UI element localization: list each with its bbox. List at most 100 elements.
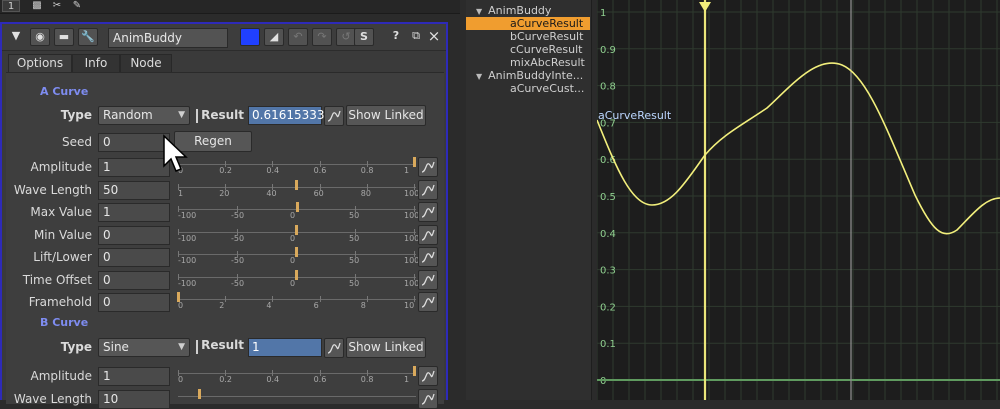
- a-param-slider[interactable]: 0 0.2 0.4 0.6 0.8 1: [178, 154, 416, 176]
- slider-knob[interactable]: [413, 157, 416, 167]
- tree-expand-arrow-icon[interactable]: ▼: [476, 7, 482, 16]
- b-show-linked-button[interactable]: Show Linked: [346, 337, 426, 358]
- redo-icon[interactable]: ↷: [312, 28, 332, 46]
- slider-tick-label: 50: [349, 233, 360, 243]
- circle-icon[interactable]: ◉: [30, 28, 50, 46]
- a-param-curve-button[interactable]: [418, 247, 438, 267]
- slider-knob[interactable]: [177, 292, 180, 302]
- collapse-arrow-icon[interactable]: ▼: [6, 28, 26, 46]
- tree-item[interactable]: ▼ AnimBuddyInte...: [476, 69, 583, 82]
- tab-info[interactable]: Info: [72, 54, 120, 72]
- b-param-slider[interactable]: 0 0.2 0.4 0.6 0.8 1: [178, 363, 416, 385]
- wrench-icon[interactable]: 🔧: [78, 28, 98, 46]
- b-result-field[interactable]: 1: [248, 338, 322, 357]
- slider-knob[interactable]: [413, 366, 416, 376]
- slider-tick-label: 6: [313, 301, 319, 310]
- slider-knob[interactable]: [295, 269, 298, 280]
- slider-tick-label: 50: [349, 211, 360, 220]
- node-name-field[interactable]: AnimBuddy: [108, 28, 228, 48]
- tree-item[interactable]: cCurveResult: [466, 43, 590, 56]
- tab-node[interactable]: Node: [120, 54, 172, 72]
- tree-item[interactable]: aCurveCust...: [466, 82, 590, 95]
- a-param-slider[interactable]: -100 -50 0 50 100: [178, 199, 419, 221]
- slider-tick-label: 80: [360, 188, 371, 198]
- b-param-slider[interactable]: [178, 386, 416, 408]
- y-tick-label: 0.8: [600, 82, 616, 93]
- a-param-curve-button[interactable]: [418, 292, 438, 312]
- a-param-field[interactable]: 0: [98, 270, 170, 290]
- a-param-slider[interactable]: -100 -50 0 50 100: [178, 267, 419, 289]
- script-s-icon[interactable]: S: [354, 28, 374, 46]
- a-param-curve-button[interactable]: [418, 269, 438, 290]
- b-result-curve-button[interactable]: [324, 338, 344, 358]
- a-param-field[interactable]: 1: [98, 203, 170, 222]
- undo-icon[interactable]: ↶: [288, 28, 308, 46]
- tree-item-label: AnimBuddy: [488, 4, 552, 17]
- help-button[interactable]: ?: [386, 28, 406, 46]
- lock-icon[interactable]: ▩: [30, 0, 44, 12]
- a-param-slider[interactable]: -100 -50 0 50 100: [178, 222, 419, 244]
- curve-icon: [421, 296, 435, 308]
- pencil-icon[interactable]: ✎: [70, 0, 84, 12]
- tree-item[interactable]: ▼ AnimBuddy: [476, 4, 551, 17]
- a-result-field[interactable]: 0.61615333: [248, 106, 325, 125]
- tree-item[interactable]: bCurveResult: [466, 30, 590, 43]
- a-param-field[interactable]: 0: [98, 248, 170, 267]
- a-result-curve-button[interactable]: [324, 106, 344, 126]
- curve-icon: [421, 161, 435, 173]
- slider-tick-label: 4: [266, 301, 272, 310]
- a-param-slider[interactable]: -100 -50 0 50 100: [178, 244, 419, 266]
- section-b-curve[interactable]: B Curve: [40, 316, 88, 329]
- b-type-value: Sine: [103, 340, 129, 354]
- slider-tick-label: 0.8: [360, 375, 374, 384]
- slider-tick-label: 20: [219, 188, 230, 198]
- slider-knob[interactable]: [295, 224, 298, 235]
- a-param-field[interactable]: 0: [98, 293, 170, 312]
- slider-tick-label: 8: [360, 301, 366, 310]
- slider-tick: [319, 296, 321, 302]
- slider-knob[interactable]: [295, 179, 298, 190]
- node-icon[interactable]: ▬: [54, 28, 74, 46]
- curve-icon: [421, 370, 435, 382]
- slider-knob[interactable]: [295, 247, 298, 257]
- curve-editor[interactable]: 1 0.9 0.8 0.7 0.6 0.5 0.4 0.3 0.2 0.1 0 aCurveResul…: [596, 0, 1000, 400]
- slider-tick-label: 50: [349, 278, 360, 288]
- a-param-curve-button[interactable]: [418, 157, 438, 177]
- gl-color-icon[interactable]: ◢: [264, 28, 284, 46]
- b-param-curve-button[interactable]: [418, 366, 438, 386]
- b-param-curve-button[interactable]: [418, 388, 438, 409]
- a-param-curve-button[interactable]: [418, 179, 438, 200]
- a-param-label: Lift/Lower: [33, 250, 92, 264]
- a-param-slider[interactable]: 1 20 40 60 80 100: [178, 177, 419, 199]
- b-param-field[interactable]: 10: [98, 389, 170, 409]
- a-param-curve-button[interactable]: [418, 202, 438, 222]
- a-param-slider[interactable]: 0 2 4 6 8 10: [177, 289, 416, 311]
- tree-item[interactable]: mixAbcResult: [466, 56, 590, 69]
- slider-knob[interactable]: [296, 202, 300, 212]
- a-param-curve-button[interactable]: [418, 224, 438, 245]
- a-param-field[interactable]: 50: [98, 180, 170, 200]
- tab-options[interactable]: Options: [8, 54, 72, 72]
- slider-tick-label: 0.8: [360, 166, 374, 175]
- curve-icon: [421, 229, 435, 241]
- section-a-curve[interactable]: A Curve: [40, 85, 88, 98]
- slider-tick-label: 0: [178, 301, 184, 310]
- tree-item[interactable]: aCurveResult: [466, 17, 590, 30]
- color-swatch-icon[interactable]: [240, 28, 260, 46]
- float-button[interactable]: ⧉: [406, 28, 426, 46]
- seed-field[interactable]: 0: [98, 133, 170, 152]
- a-param-field[interactable]: 1: [98, 158, 170, 177]
- frame-number[interactable]: 1: [2, 0, 20, 12]
- revert-icon[interactable]: ↺: [336, 28, 356, 46]
- a-result-label: Result: [201, 108, 244, 122]
- slider-tick: [366, 296, 368, 302]
- curve-graph[interactable]: 10.90.80.70.60.50.40.30.20.10aCurveResul…: [596, 0, 1000, 400]
- a-show-linked-button[interactable]: Show Linked: [346, 105, 426, 126]
- curve-line[interactable]: [596, 62, 1000, 235]
- scissors-icon[interactable]: ✂: [50, 0, 64, 12]
- close-button[interactable]: ×: [424, 28, 444, 46]
- b-param-field[interactable]: 1: [98, 367, 170, 386]
- a-param-field[interactable]: 0: [98, 225, 170, 245]
- slider-knob[interactable]: [198, 388, 202, 399]
- tree-expand-arrow-icon[interactable]: ▼: [476, 72, 482, 81]
